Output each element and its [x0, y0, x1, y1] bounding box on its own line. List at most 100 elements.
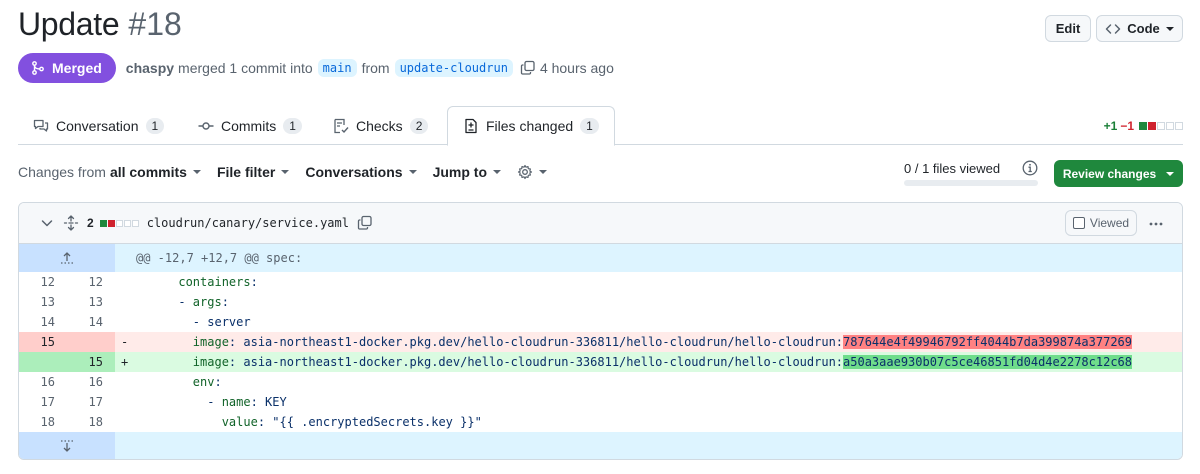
- code-rest: :: [221, 295, 229, 309]
- head-branch-link[interactable]: update-cloudrun: [394, 59, 513, 77]
- file-filter-dropdown[interactable]: File filter: [216, 164, 290, 180]
- code-rest: : KEY: [250, 395, 287, 409]
- gear-icon: [517, 164, 533, 180]
- chevron-down-icon: [281, 170, 290, 174]
- tab-commits-label: Commits: [221, 117, 277, 134]
- from-text: from: [361, 60, 390, 76]
- copy-icon[interactable]: [357, 215, 373, 231]
- yaml-key: name: [221, 395, 251, 409]
- conversations-dropdown[interactable]: Conversations: [305, 164, 417, 180]
- expand-up-button[interactable]: [19, 244, 115, 272]
- expand-down-button[interactable]: [19, 432, 115, 459]
- file-diff-icon: [465, 118, 477, 134]
- tab-conversation-count: 1: [145, 117, 165, 134]
- code-indent: -: [135, 315, 208, 329]
- pr-number: #18: [128, 6, 182, 42]
- old-line-number[interactable]: 17: [19, 392, 67, 412]
- new-line-number[interactable]: 18: [67, 412, 115, 432]
- old-line-number[interactable]: 12: [19, 272, 67, 292]
- diffstat-neutral-block: [131, 219, 139, 227]
- pr-title-row: Update #18: [18, 6, 182, 43]
- viewed-checkbox[interactable]: [1072, 217, 1085, 229]
- old-line-number[interactable]: 16: [19, 372, 67, 392]
- code-rest: :: [214, 375, 222, 389]
- yaml-key: args: [192, 295, 222, 309]
- diff-table: @@ -12,7 +12,7 @@ spec: 12 12 containers:…: [19, 244, 1182, 459]
- tab-conversation[interactable]: Conversation 1: [18, 106, 179, 145]
- base-branch-link[interactable]: main: [317, 59, 357, 77]
- info-icon[interactable]: [1022, 160, 1038, 181]
- viewed-checkbox-button[interactable]: Viewed: [1065, 210, 1137, 236]
- changes-from-prefix: Changes from: [18, 164, 106, 180]
- tab-commits[interactable]: Commits 1: [183, 106, 317, 145]
- files-viewed-progress: [904, 180, 1038, 186]
- code-rest: : "{{ .encryptedSecrets.key }}": [257, 415, 482, 429]
- diff-line-context: 18 18 value: "{{ .encryptedSecrets.key }}…: [19, 412, 1182, 432]
- diff-sign: [115, 372, 135, 392]
- tab-files-changed[interactable]: Files changed 1: [447, 106, 615, 146]
- chevron-down-icon[interactable]: [39, 215, 55, 231]
- fold-up-icon: [61, 252, 73, 264]
- viewed-label: Viewed: [1089, 216, 1130, 230]
- merged-label: Merged: [52, 60, 102, 76]
- diff-sign: [115, 272, 135, 292]
- code-line: image: asia-northeast1-docker.pkg.dev/he…: [135, 352, 1182, 372]
- code-rest: :: [250, 275, 258, 289]
- diff-sign: +: [121, 355, 129, 369]
- edit-button[interactable]: Edit: [1045, 15, 1091, 42]
- code-indent: -: [135, 295, 193, 309]
- diffstat-neutral-block: [1157, 122, 1165, 130]
- author-link[interactable]: chaspy: [126, 60, 174, 76]
- new-line-number[interactable]: 12: [67, 272, 115, 292]
- code-line: - server: [135, 312, 1182, 332]
- pr-tabs: Conversation 1 Commits 1 Checks 2 Files …: [18, 106, 1183, 146]
- old-line-number[interactable]: 13: [19, 292, 67, 312]
- new-line-number[interactable]: 17: [67, 392, 115, 412]
- deletions-count: −1: [1120, 119, 1134, 133]
- hunk-header: @@ -12,7 +12,7 @@ spec:: [136, 251, 303, 265]
- old-line-number[interactable]: 15: [19, 332, 67, 352]
- new-line-number[interactable]: 14: [67, 312, 115, 332]
- yaml-key: value: [221, 415, 258, 429]
- diffstat-neutral-block: [1175, 122, 1183, 130]
- changes-from-dropdown[interactable]: Changes from all commits: [18, 164, 201, 180]
- pr-state-row: Merged chaspy merged 1 commit into main …: [18, 53, 614, 83]
- file-path-link[interactable]: cloudrun/canary/service.yaml: [147, 216, 349, 230]
- code-line: - args:: [135, 292, 1182, 312]
- file-diffstat-bar: [99, 219, 139, 227]
- new-line-number[interactable]: 15: [67, 352, 115, 372]
- files-viewed-text: 0 / 1 files viewed: [904, 161, 1001, 176]
- diff-lines: 12 12 containers: 13 13 - args: 14 14 - serve…: [19, 272, 1182, 432]
- tab-commits-count: 1: [283, 117, 302, 134]
- copy-icon[interactable]: [520, 60, 536, 76]
- code-rest: server: [207, 315, 251, 329]
- unfold-icon[interactable]: [63, 215, 79, 231]
- tab-checks[interactable]: Checks 2: [318, 106, 443, 145]
- jump-to-dropdown[interactable]: Jump to: [432, 164, 502, 180]
- new-line-number[interactable]: 16: [67, 372, 115, 392]
- new-line-number[interactable]: [67, 332, 115, 352]
- file-change-count: 2: [87, 216, 94, 230]
- old-line-number[interactable]: 14: [19, 312, 67, 332]
- file-diff: 2 cloudrun/canary/service.yaml Viewed @@…: [18, 202, 1183, 460]
- diffstat-del-block: [1148, 122, 1156, 130]
- diff-line-context: 14 14 - server: [19, 312, 1182, 332]
- old-line-number[interactable]: 18: [19, 412, 67, 432]
- merged-time: 4 hours ago: [539, 60, 614, 76]
- diffstat-del-block: [107, 219, 115, 227]
- jump-to-label: Jump to: [432, 164, 488, 180]
- new-line-number[interactable]: 13: [67, 292, 115, 312]
- kebab-horizontal-icon[interactable]: [1148, 216, 1164, 232]
- file-filter-label: File filter: [216, 164, 276, 180]
- diff-line-context: 13 13 - args:: [19, 292, 1182, 312]
- review-changes-button[interactable]: Review changes: [1054, 160, 1183, 187]
- diff-settings-button[interactable]: [517, 164, 548, 180]
- diff-sign: [115, 292, 135, 312]
- old-line-number[interactable]: [19, 352, 67, 372]
- tab-checks-count: 2: [409, 117, 429, 134]
- code-button[interactable]: Code: [1096, 15, 1183, 42]
